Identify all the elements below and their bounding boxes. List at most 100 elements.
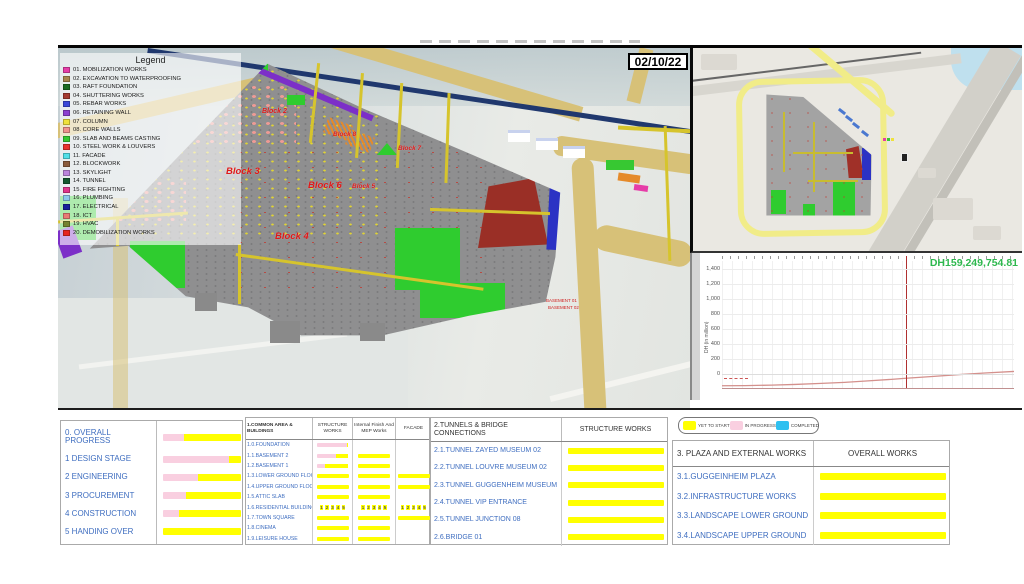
cell — [352, 534, 395, 544]
legend-swatch — [63, 204, 70, 210]
column-header: FACADE — [395, 418, 431, 439]
cell — [813, 467, 951, 487]
cell — [312, 492, 352, 502]
progress-bar — [317, 474, 349, 478]
progress-label: 3 PROCUREMENT — [65, 492, 159, 500]
legend-label: 13. SKYLIGHT — [73, 170, 111, 176]
progress-bar — [163, 434, 241, 441]
column-header: OVERALL WORKS — [813, 441, 951, 466]
progress-bar — [317, 516, 349, 520]
legend-items: 01. MOBILIZATION WORKS02. EXCAVATION TO … — [63, 66, 238, 237]
road — [571, 158, 607, 408]
cell — [813, 487, 951, 507]
row-label: 2.1.TUNNEL ZAYED MUSEUM 02 — [431, 447, 561, 454]
unit-number: 1 — [401, 505, 405, 510]
table-row: 1.5.ATTIC SLAB — [246, 492, 429, 502]
y-tick-label: 800 — [701, 311, 720, 317]
row-label: 2.2.TUNNEL LOUVRE MUSEUM 02 — [431, 464, 561, 471]
progress-bar — [358, 464, 390, 468]
block-label: Block 8 — [333, 131, 356, 138]
block-label: Block 5 — [352, 183, 375, 190]
legend-label: 10. STEEL WORK & LOUVERS — [73, 144, 155, 150]
progress-label: 1 DESIGN STAGE — [65, 455, 159, 463]
legend-swatch — [63, 110, 70, 116]
unit-number: 4 — [417, 505, 421, 510]
row-label: 3.4.LANDSCAPE UPPER GROUND — [673, 531, 813, 540]
unit-number: 5 — [383, 505, 387, 510]
row-label: 1.6.RESIDENTIAL BUILDINGS — [246, 505, 312, 511]
building — [536, 138, 558, 150]
table-row: 3.3.LANDSCAPE LOWER GROUND — [673, 506, 949, 526]
cell — [352, 482, 395, 492]
column-header: STRUCTURE WORKS — [312, 418, 352, 439]
map-marker — [901, 153, 908, 162]
table-row: 1.8.CINEMA — [246, 523, 429, 533]
plaza-body: 3.1.GUGGEINHEIM PLAZA 3.2.INFRASTRUCTURE … — [673, 467, 949, 545]
legend-label: 11. FACADE — [73, 153, 105, 159]
cell — [813, 506, 951, 526]
y-tick-label: 1,200 — [701, 281, 720, 287]
unit-number: 1 — [320, 505, 324, 510]
column-header: 2.TUNNELS & BRIDGE CONNECTIONS — [431, 418, 561, 441]
legend-label: 02. EXCAVATION TO WATERPROOFING — [73, 76, 181, 82]
table-row: 2.4.TUNNEL VIP ENTRANCE — [431, 494, 667, 511]
table-row: 1.1.BASEMENT 2 — [246, 450, 429, 460]
unit-number: 2 — [406, 505, 410, 510]
progress-bar — [398, 516, 430, 520]
basement-annotation: BASEMENT 01 — [546, 298, 577, 303]
cell — [561, 511, 669, 528]
progress-bar — [568, 465, 664, 471]
legend-swatch — [63, 221, 70, 227]
legend-swatch — [63, 136, 70, 142]
legend-item: 20. DEMOBILIZATION WORKS — [63, 228, 238, 237]
legend-item: 15. FIRE FIGHTING — [63, 186, 238, 195]
progress-bar — [317, 464, 349, 468]
slab-casting-zone — [420, 283, 505, 318]
cell — [561, 477, 669, 494]
tunnels-header: 2.TUNNELS & BRIDGE CONNECTIONS STRUCTURE… — [431, 418, 667, 442]
dashboard-canvas: Legend 01. MOBILIZATION WORKS02. EXCAVAT… — [0, 0, 1024, 584]
column-header: 1.COMMON AREA & BUILDINGS — [246, 418, 312, 439]
tunnels-table: 2.TUNNELS & BRIDGE CONNECTIONS STRUCTURE… — [430, 417, 668, 545]
unit-number: 3 — [412, 505, 416, 510]
main-3d-view: Legend 01. MOBILIZATION WORKS02. EXCAVAT… — [58, 48, 690, 408]
cell — [312, 461, 352, 471]
legend-swatch — [63, 213, 70, 219]
legend-swatch — [63, 93, 70, 99]
status-swatch — [683, 421, 696, 430]
grid-line — [722, 344, 1014, 345]
status-legend-item: YET TO START — [683, 421, 730, 430]
legend-swatch — [63, 161, 70, 167]
row-label: 3.3.LANDSCAPE LOWER GROUND — [673, 511, 813, 520]
cell: 12345 — [352, 502, 395, 512]
cell — [395, 482, 431, 492]
cell: 12345 — [312, 502, 352, 512]
progress-bar — [568, 448, 664, 454]
table-row: 2.6.BRIDGE 01 — [431, 528, 667, 545]
legend-label: 09. SLAB AND BEAMS CASTING — [73, 136, 160, 142]
progress-bar — [317, 443, 349, 447]
row-label: 3.1.GUGGEINHEIM PLAZA — [673, 472, 813, 481]
legend-item: 08. CORE WALLS — [63, 126, 238, 135]
cell — [395, 523, 431, 533]
table-row: 3.2.INFRASTRUCTURE WORKS — [673, 487, 949, 507]
legend-swatch — [63, 178, 70, 184]
progress-bar — [820, 512, 946, 519]
chart-plot-area — [722, 261, 1014, 389]
upper-panels: Legend 01. MOBILIZATION WORKS02. EXCAVAT… — [58, 45, 1022, 410]
plaza-header: 3. PLAZA AND EXTERNAL WORKS OVERALL WORK… — [673, 441, 949, 467]
laydown-item — [634, 184, 649, 192]
legend-swatch — [63, 195, 70, 201]
table-row: 2.1.TUNNEL ZAYED MUSEUM 02 — [431, 442, 667, 459]
unit-number: 3 — [331, 505, 335, 510]
progress-bar — [317, 454, 349, 458]
row-label: 2.3.TUNNEL GUGGENHEIM MUSEUM — [431, 482, 561, 489]
legend-label: 20. DEMOBILIZATION WORKS — [73, 230, 155, 236]
row-label: 1.9.LEISURE HOUSE — [246, 536, 312, 542]
row-label: 1.7.TOWN SQUARE — [246, 515, 312, 521]
status-swatch — [776, 421, 789, 430]
legend-item: 16. PLUMBING — [63, 194, 238, 203]
status-legend-item: IN PROGRESS — [730, 421, 776, 430]
cell — [352, 513, 395, 523]
legend-label: 05. REBAR WORKS — [73, 101, 126, 107]
